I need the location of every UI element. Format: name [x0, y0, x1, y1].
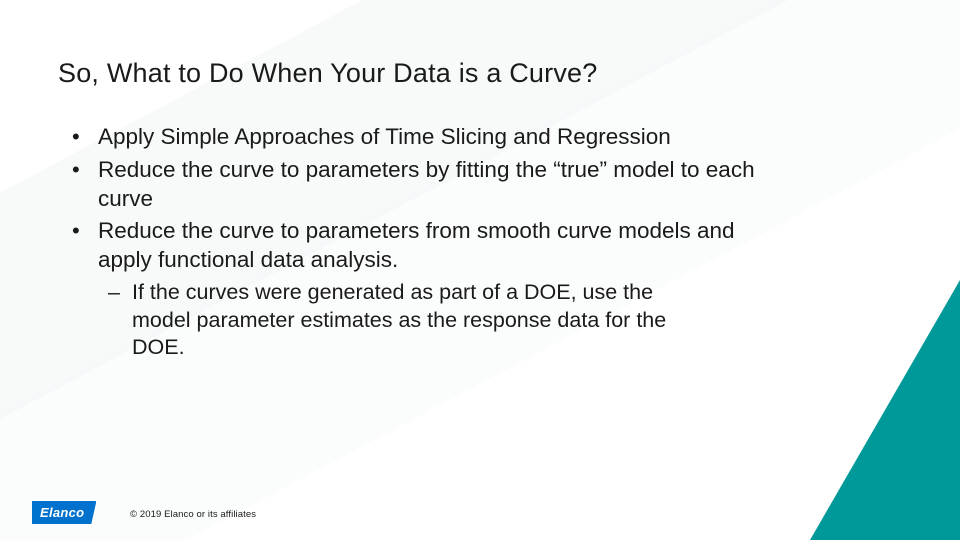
page-number: 37	[921, 506, 934, 520]
bullet-item: Reduce the curve to parameters from smoo…	[98, 217, 900, 361]
bullet-item: Apply Simple Approaches of Time Slicing …	[98, 123, 900, 152]
slide-title: So, What to Do When Your Data is a Curve…	[58, 58, 900, 89]
bullet-list: Apply Simple Approaches of Time Slicing …	[58, 123, 900, 362]
sub-bullet-text: If the curves were generated as part of …	[132, 280, 666, 359]
footer: Elanco © 2019 Elanco or its affiliates 3…	[0, 490, 960, 524]
bullet-text: Reduce the curve to parameters by fittin…	[98, 157, 755, 211]
bullet-text: Apply Simple Approaches of Time Slicing …	[98, 124, 671, 149]
elanco-logo: Elanco	[32, 501, 96, 524]
sub-bullet-item: If the curves were generated as part of …	[132, 279, 780, 362]
sub-bullet-list: If the curves were generated as part of …	[98, 279, 780, 362]
bullet-item: Reduce the curve to parameters by fittin…	[98, 156, 900, 214]
copyright-text: © 2019 Elanco or its affiliates	[130, 509, 256, 520]
bullet-text: Reduce the curve to parameters from smoo…	[98, 218, 735, 272]
content-area: So, What to Do When Your Data is a Curve…	[0, 0, 960, 362]
slide: So, What to Do When Your Data is a Curve…	[0, 0, 960, 540]
